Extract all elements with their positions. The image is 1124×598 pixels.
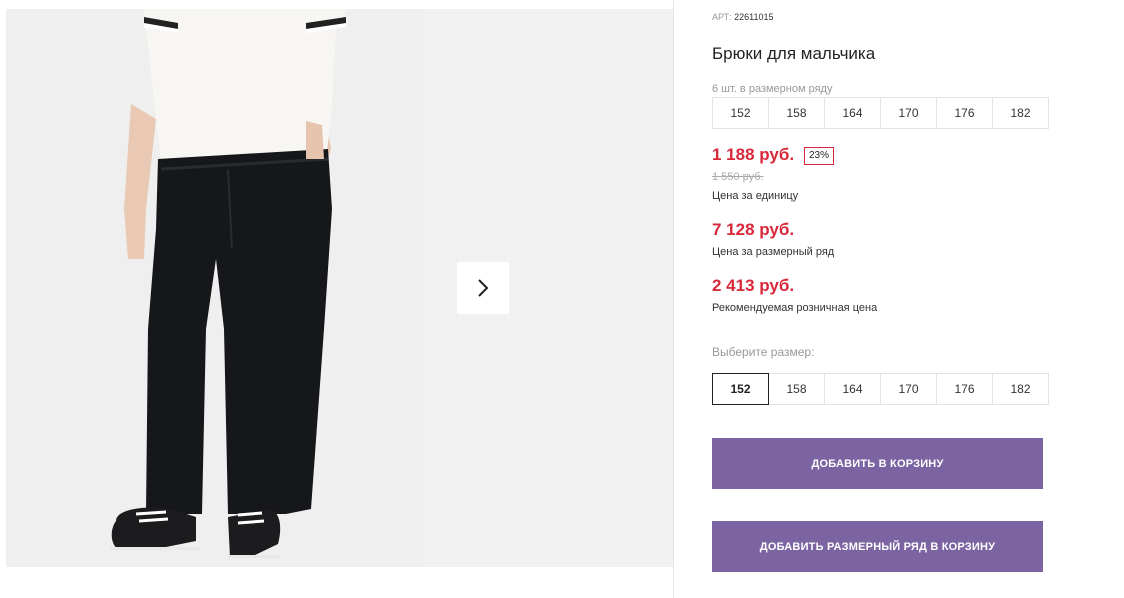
add-size-range-to-cart-button[interactable]: ДОБАВИТЬ РАЗМЕРНЫЙ РЯД В КОРЗИНУ bbox=[712, 521, 1043, 572]
size-selector: 152 158 164 170 176 182 bbox=[712, 373, 1052, 405]
size-option-182[interactable]: 182 bbox=[992, 373, 1049, 405]
product-title: Брюки для мальчика bbox=[712, 44, 876, 63]
sku-label: АРТ: bbox=[712, 12, 732, 22]
retail-price-caption: Рекомендуемая розничная цена bbox=[712, 302, 878, 314]
choose-size-label: Выберите размер: bbox=[712, 345, 815, 359]
product-gallery bbox=[6, 9, 673, 567]
size-option-158[interactable]: 158 bbox=[768, 373, 825, 405]
size-range-row: 152 158 164 170 176 182 bbox=[712, 97, 1052, 129]
product-photo-image bbox=[6, 9, 425, 567]
size-range-cell: 158 bbox=[768, 97, 825, 129]
product-photo[interactable] bbox=[6, 9, 425, 567]
chevron-right-icon bbox=[478, 279, 489, 297]
unit-price-caption: Цена за единицу bbox=[712, 190, 799, 202]
size-range-cell: 164 bbox=[824, 97, 881, 129]
old-price: 1 550 руб. bbox=[712, 171, 764, 183]
sku: АРТ: 22611015 bbox=[712, 12, 774, 22]
size-option-164[interactable]: 164 bbox=[824, 373, 881, 405]
vertical-divider bbox=[673, 0, 674, 598]
sku-value: 22611015 bbox=[734, 12, 774, 22]
size-range-cell: 152 bbox=[712, 97, 769, 129]
gallery-next-button[interactable] bbox=[457, 262, 509, 314]
range-price: 7 128 руб. bbox=[712, 220, 795, 239]
size-option-152[interactable]: 152 bbox=[712, 373, 769, 405]
unit-price: 1 188 руб. bbox=[712, 145, 795, 164]
discount-badge: 23% bbox=[804, 147, 835, 165]
size-option-170[interactable]: 170 bbox=[880, 373, 937, 405]
retail-price: 2 413 руб. bbox=[712, 276, 795, 295]
add-to-cart-button[interactable]: ДОБАВИТЬ В КОРЗИНУ bbox=[712, 438, 1043, 489]
size-option-176[interactable]: 176 bbox=[936, 373, 993, 405]
size-range-cell: 176 bbox=[936, 97, 993, 129]
size-range-cell: 170 bbox=[880, 97, 937, 129]
range-price-caption: Цена за размерный ряд bbox=[712, 246, 835, 258]
size-range-cell: 182 bbox=[992, 97, 1049, 129]
size-range-caption: 6 шт. в размерном ряду bbox=[712, 83, 833, 95]
